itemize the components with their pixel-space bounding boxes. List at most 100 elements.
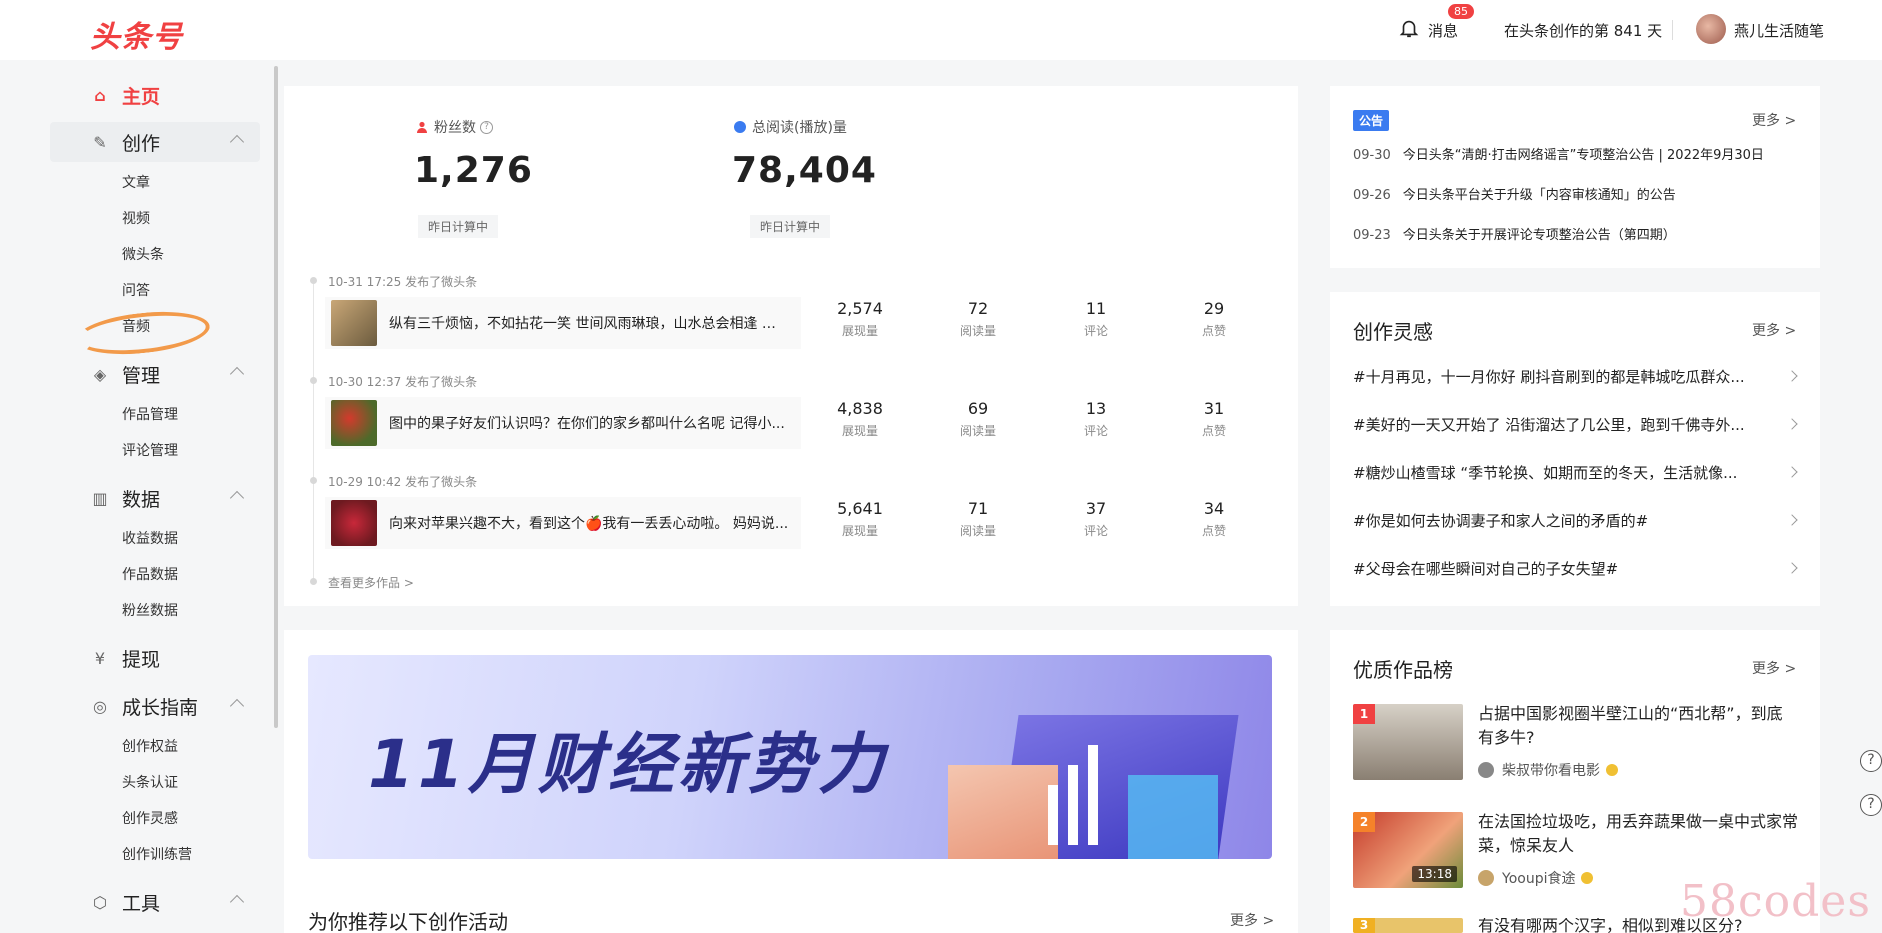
headset-float-button[interactable]: ? (1860, 794, 1882, 816)
sidebar-item-label: 创作 (122, 132, 161, 155)
metric-reads: 72 阅读量 (959, 299, 996, 338)
top-header: 头条号 85 消息 在头条创作的第 841 天 燕儿生活随笔 (0, 0, 1882, 60)
sidebar-sub-comments[interactable]: 评论管理 (122, 440, 178, 460)
banner-bar-shape (1048, 785, 1058, 845)
ranking-author[interactable]: Yooupi食途 (1478, 868, 1594, 888)
ranking-more-link[interactable]: 更多 > (1752, 658, 1796, 678)
metric-reads: 71 阅读量 (959, 499, 996, 538)
sidebar-sub-verify[interactable]: 头条认证 (122, 772, 178, 792)
sidebar-sub-works-data[interactable]: 作品数据 (122, 564, 178, 584)
post-text: 纵有三千烦恼，不如拈花一笑 世间风雨琳琅，山水总会相逢 百... (389, 316, 789, 332)
post-meta: 10-30 12:37 发布了微头条 (328, 375, 478, 389)
bar-chart-icon: ▥ (92, 488, 108, 508)
metric-comments: 11 评论 (1083, 299, 1108, 338)
sidebar-scrollbar[interactable] (274, 66, 278, 728)
home-icon: ⌂ (94, 85, 106, 105)
timeline-line (313, 284, 314, 584)
post-meta: 10-29 10:42 发布了微头条 (328, 475, 478, 489)
metric-impressions: 5,641 展现量 (837, 499, 883, 538)
promo-banner[interactable]: 11月财经新势力 (308, 655, 1272, 859)
metric-impressions: 4,838 展现量 (837, 399, 883, 438)
username[interactable]: 燕儿生活随笔 (1734, 20, 1824, 41)
notice-more-link[interactable]: 更多 > (1752, 110, 1796, 130)
verified-icon (1581, 872, 1594, 884)
sidebar-item-manage[interactable]: ◈ 管理 (50, 354, 260, 394)
sidebar-item-create[interactable]: ✎ 创作 (50, 122, 260, 162)
author-avatar (1478, 762, 1494, 778)
ranking-thumbnail[interactable]: 1 (1353, 704, 1463, 780)
ranking-item-title[interactable]: 占据中国影视圈半壁江山的“西北帮”，到底有多牛? (1478, 702, 1798, 750)
sidebar-item-label: 提现 (122, 648, 161, 671)
reads-label: 总阅读(播放)量 (734, 117, 847, 137)
sidebar-sub-training[interactable]: 创作训练营 (122, 844, 192, 864)
fans-label-text: 粉丝数 (434, 120, 476, 136)
timeline-dot (310, 578, 317, 585)
compass-icon: ◎ (93, 696, 107, 716)
notice-item[interactable]: 09-23 今日头条关于开展评论专项整治公告（第四期） (1353, 224, 1676, 243)
sidebar-item-tools[interactable]: ⬡ 工具 (50, 882, 260, 922)
sidebar-item-withdraw[interactable]: ¥ 提现 (50, 638, 260, 678)
timeline-dot (310, 377, 317, 384)
sidebar-sub-fans-data[interactable]: 粉丝数据 (122, 600, 178, 620)
ranking-author[interactable]: 柴叔带你看电影 (1478, 760, 1618, 780)
layers-icon: ◈ (93, 364, 107, 384)
chevron-up-icon (229, 698, 245, 714)
sidebar-item-growth[interactable]: ◎ 成长指南 (50, 686, 260, 726)
post-thumbnail (331, 500, 377, 546)
notice-item[interactable]: 09-30 今日头条“清朗·打击网络谣言”专项整治公告 | 2022年9月30日 (1353, 144, 1764, 163)
metric-comments: 37 评论 (1083, 499, 1108, 538)
recommend-more-link[interactable]: 更多 > (1230, 910, 1274, 930)
help-float-button[interactable]: ? (1860, 750, 1882, 772)
post-thumbnail (331, 400, 377, 446)
banner-title: 11月财经新势力 (368, 726, 888, 803)
sidebar-sub-video[interactable]: 视频 (122, 208, 150, 228)
inspiration-more-link[interactable]: 更多 > (1752, 320, 1796, 340)
metric-likes: 34 点赞 (1201, 499, 1226, 538)
sidebar-sub-works[interactable]: 作品管理 (122, 404, 178, 424)
chevron-up-icon (229, 134, 245, 150)
video-duration: 13:18 (1412, 866, 1457, 882)
sidebar-sub-micro[interactable]: 微头条 (122, 244, 164, 264)
post-item[interactable]: 纵有三千烦恼，不如拈花一笑 世间风雨琳琅，山水总会相逢 百... (325, 297, 801, 349)
sidebar-sub-qa[interactable]: 问答 (122, 280, 150, 300)
reads-label-text: 总阅读(播放)量 (752, 120, 847, 136)
sidebar-sub-inspiration[interactable]: 创作灵感 (122, 808, 178, 828)
sidebar-item-data[interactable]: ▥ 数据 (50, 478, 260, 518)
sidebar-item-home[interactable]: ⌂ 主页 (50, 75, 260, 115)
sidebar-sub-article[interactable]: 文章 (122, 172, 150, 192)
post-text: 图中的果子好友们认识吗？在你们的家乡都叫什么名呢 记得小... (389, 416, 785, 432)
messages-link[interactable]: 消息 (1428, 20, 1458, 41)
fans-tag: 昨日计算中 (418, 215, 499, 238)
inspiration-item[interactable]: #糖炒山楂雪球 “季节轮换、如期而至的冬天，生活就像... (1353, 462, 1793, 483)
verified-icon (1606, 764, 1618, 776)
fans-label: 粉丝数 ? (416, 117, 493, 137)
inspiration-item[interactable]: #美好的一天又开始了 沿街溜达了几公里，跑到千佛寺外... (1353, 414, 1793, 435)
inspiration-item[interactable]: #父母会在哪些瞬间对自己的子女失望# (1353, 558, 1793, 579)
chevron-up-icon (229, 894, 245, 910)
chevron-up-icon (229, 490, 245, 506)
watermark: 58codes (1680, 876, 1871, 927)
bell-icon[interactable] (1398, 17, 1420, 39)
metric-reads: 69 阅读量 (959, 399, 996, 438)
post-item[interactable]: 向来对苹果兴趣不大，看到这个🍎我有一丢丢心动啦。 妈妈说... (325, 497, 801, 549)
avatar[interactable] (1696, 14, 1726, 44)
ranking-title: 优质作品榜 (1353, 658, 1453, 682)
ranking-thumbnail[interactable]: 2 13:18 (1353, 812, 1463, 888)
inspiration-item[interactable]: #十月再见，十一月你好 刷抖音刷到的都是韩城吃瓜群众... (1353, 366, 1793, 387)
sidebar-item-label: 成长指南 (122, 696, 199, 719)
rank-number: 2 (1353, 812, 1375, 832)
fans-value: 1,276 (414, 150, 533, 191)
notice-tag: 公告 (1353, 110, 1390, 131)
sidebar-sub-income[interactable]: 收益数据 (122, 528, 178, 548)
post-item[interactable]: 图中的果子好友们认识吗？在你们的家乡都叫什么名呢 记得小... (325, 397, 801, 449)
ranking-thumbnail[interactable]: 3 (1353, 918, 1463, 933)
see-more-works-link[interactable]: 查看更多作品 > (328, 574, 414, 591)
banner-bar-shape (1088, 745, 1098, 845)
notice-item[interactable]: 09-26 今日头条平台关于升级「内容审核通知」的公告 (1353, 184, 1676, 203)
ranking-item-title[interactable]: 在法国捡垃圾吃，用丢弃蔬果做一桌中式家常菜，惊呆友人 (1478, 810, 1798, 858)
help-icon[interactable]: ? (480, 120, 493, 134)
inspiration-item[interactable]: #你是如何去协调妻子和家人之间的矛盾的# (1353, 510, 1793, 531)
toutiao-logo[interactable]: 头条号 (90, 12, 183, 56)
sidebar-sub-rights[interactable]: 创作权益 (122, 736, 178, 756)
banner-building-shape (948, 765, 1058, 859)
